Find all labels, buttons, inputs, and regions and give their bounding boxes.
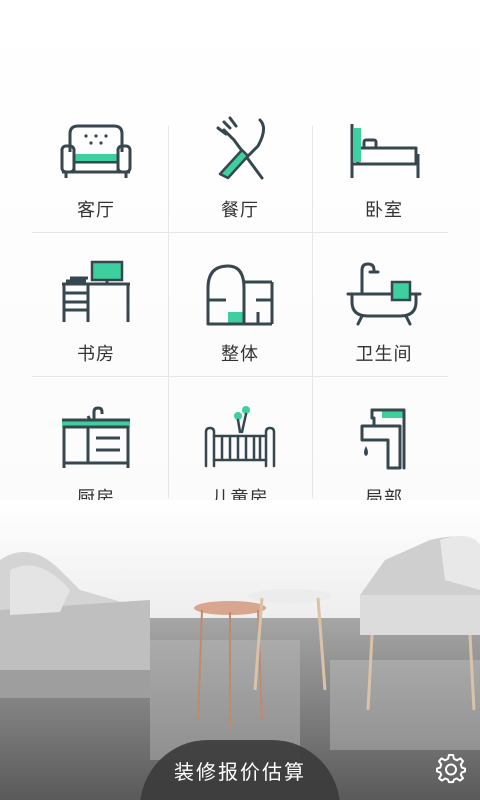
- gear-icon: [436, 753, 466, 784]
- room-whole-house[interactable]: 整体: [168, 232, 312, 376]
- desk-computer-icon: [62, 260, 130, 322]
- room-label: 卫生间: [355, 344, 413, 365]
- room-label: 客厅: [77, 200, 115, 221]
- sofa-icon: [60, 124, 132, 178]
- faucet-icon: [360, 408, 406, 470]
- room-kids-room[interactable]: 儿童房: [168, 376, 312, 520]
- room-category-grid: 客厅 餐厅 卧室 书房 整体 卫生间 厨房 儿童房 局部: [24, 88, 456, 520]
- kitchen-counter-icon: [62, 406, 130, 468]
- fork-knife-icon: [216, 116, 265, 180]
- room-dining-room[interactable]: 餐厅: [168, 88, 312, 232]
- room-partial[interactable]: 局部: [312, 376, 456, 520]
- room-label: 整体: [221, 344, 259, 365]
- bathtub-icon: [346, 262, 422, 326]
- settings-button[interactable]: [436, 753, 466, 784]
- room-label: 餐厅: [221, 200, 259, 221]
- crib-balloon-icon: [204, 406, 276, 468]
- room-living-room[interactable]: 客厅: [24, 88, 168, 232]
- bed-icon: [350, 124, 420, 178]
- quote-estimate-label: 装修报价估算: [174, 760, 306, 784]
- floor-plan-icon: [206, 264, 274, 326]
- room-study[interactable]: 书房: [24, 232, 168, 376]
- room-kitchen[interactable]: 厨房: [24, 376, 168, 520]
- room-bathroom[interactable]: 卫生间: [312, 232, 456, 376]
- room-label: 书房: [77, 344, 115, 365]
- room-label: 卧室: [365, 200, 403, 221]
- room-bedroom[interactable]: 卧室: [312, 88, 456, 232]
